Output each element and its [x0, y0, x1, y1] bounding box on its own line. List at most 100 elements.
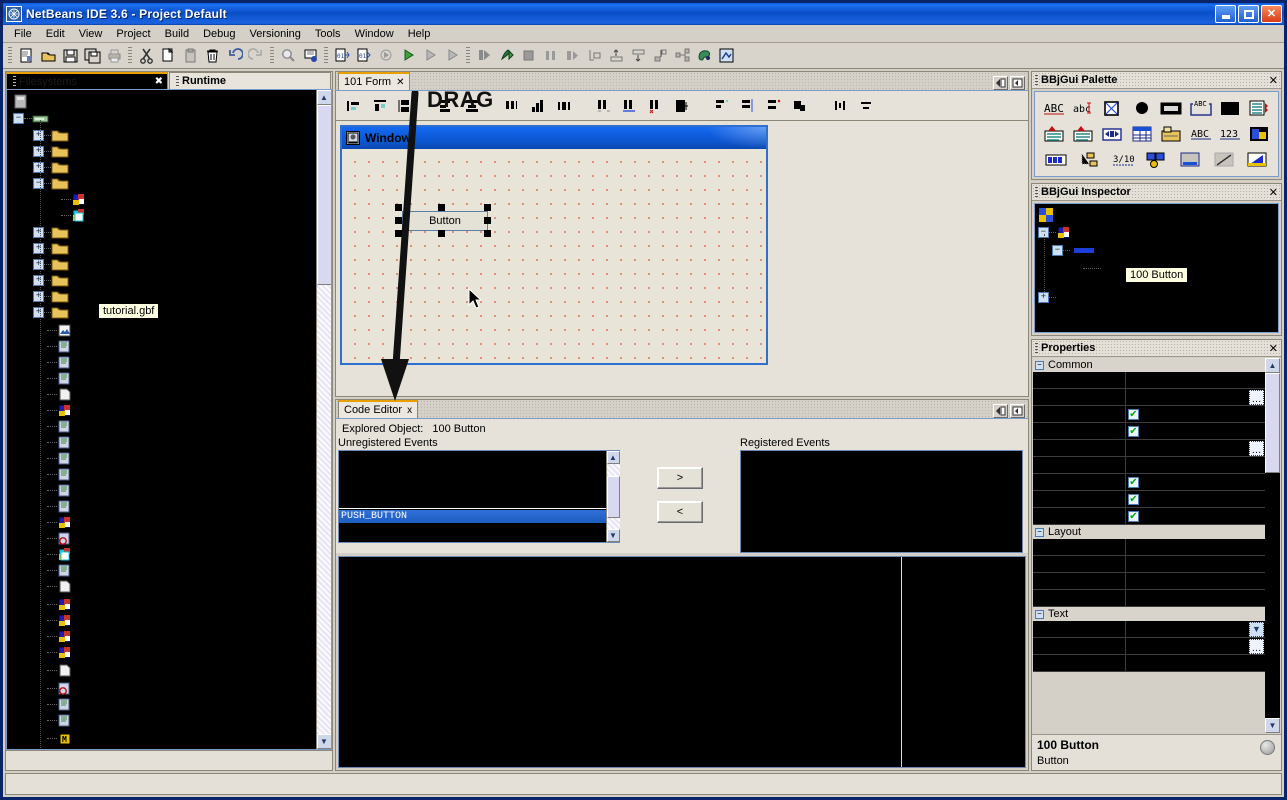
maximize-panel-icon[interactable]	[1010, 76, 1025, 90]
scroll-down-button[interactable]: ▼	[316, 734, 331, 749]
line-icon[interactable]	[1213, 150, 1235, 170]
tree-row[interactable]	[47, 434, 73, 451]
ellipsis-button[interactable]: …	[1249, 389, 1264, 405]
build-icon[interactable]	[375, 45, 397, 67]
run-to-cursor-icon[interactable]	[627, 45, 649, 67]
menu-view[interactable]: View	[72, 27, 110, 41]
property-row[interactable]: ✔	[1033, 508, 1265, 525]
panel-grip-icon[interactable]	[1035, 186, 1038, 198]
tree-row[interactable]: +	[33, 143, 69, 160]
add-event-button[interactable]: >	[657, 467, 703, 489]
close-icon[interactable]: ✕	[396, 77, 404, 88]
tree-row[interactable]: −	[1052, 242, 1094, 259]
delete-icon[interactable]	[201, 45, 223, 67]
tree-expand-icon[interactable]: +	[33, 275, 44, 286]
stop-icon[interactable]	[517, 45, 539, 67]
close-button[interactable]: ✕	[1261, 5, 1282, 23]
center-vertical-icon[interactable]	[854, 94, 878, 118]
source-code-area[interactable]	[338, 556, 1026, 768]
scroll-track[interactable]	[316, 285, 331, 734]
inspector-tree[interactable]: − − 100 Button +	[1034, 203, 1279, 333]
scroll-down-button[interactable]: ▼	[606, 529, 620, 542]
find-replace-icon[interactable]	[299, 45, 321, 67]
tree-row[interactable]	[47, 498, 73, 515]
tab-filesystems[interactable]: Filesystems ✖	[6, 72, 168, 89]
ellipsis-button[interactable]: …	[1249, 440, 1264, 456]
tree-vertical-scrollbar[interactable]: ▲ ▼	[316, 90, 331, 749]
panel-grip-icon[interactable]	[1035, 342, 1038, 354]
tree-row[interactable]: +	[33, 127, 69, 144]
undo-icon[interactable]	[223, 45, 245, 67]
maximize-button[interactable]	[1238, 5, 1259, 23]
progress-bar-icon[interactable]	[1045, 150, 1067, 170]
space-horizontal-increase-icon[interactable]	[618, 94, 642, 118]
same-size-icon[interactable]	[552, 94, 576, 118]
tree-row[interactable]: +	[33, 272, 69, 289]
tree-row[interactable]	[47, 402, 73, 419]
save-icon[interactable]	[59, 45, 81, 67]
toolbar-grip[interactable]	[8, 46, 12, 65]
menu-help[interactable]: Help	[401, 27, 438, 41]
menu-debug[interactable]: Debug	[196, 27, 242, 41]
grid-icon[interactable]	[1131, 124, 1153, 144]
group-collapse-icon[interactable]: −	[1035, 609, 1044, 619]
close-icon[interactable]: x	[407, 405, 412, 416]
tab-101-form[interactable]: 101 Form ✕	[338, 72, 411, 90]
design-form-canvas[interactable]: Button	[342, 149, 766, 363]
property-value[interactable]	[1126, 372, 1265, 388]
print-icon[interactable]	[103, 45, 125, 67]
menu-edit[interactable]: Edit	[39, 27, 72, 41]
selection-handle[interactable]	[395, 217, 402, 224]
tree-row[interactable]	[47, 530, 73, 547]
properties-scrollbar[interactable]: ▲ ▼	[1265, 358, 1280, 733]
radio-button-icon[interactable]	[1131, 98, 1153, 118]
tree-row[interactable]	[1083, 260, 1117, 277]
property-value[interactable]: ✔	[1126, 508, 1265, 524]
tree-expand-icon[interactable]: +	[33, 146, 44, 157]
tree-row[interactable]	[47, 322, 73, 339]
property-value[interactable]	[1126, 573, 1265, 589]
tree-row[interactable]	[47, 662, 73, 679]
align-rows-top-icon[interactable]	[710, 94, 734, 118]
tree-row[interactable]: +	[33, 288, 69, 305]
execute-icon[interactable]	[397, 45, 419, 67]
filesystem-tree[interactable]: − + + + − tutorial.gbf + + + + + + M ▲ ▼	[6, 89, 332, 750]
property-value[interactable]	[1126, 556, 1265, 572]
align-grid-icon[interactable]	[394, 94, 418, 118]
scroll-up-button[interactable]: ▲	[316, 90, 331, 105]
property-value[interactable]: …	[1126, 638, 1265, 654]
run-icon[interactable]	[419, 45, 441, 67]
paste-icon[interactable]	[179, 45, 201, 67]
fraction-icon[interactable]: 3/10	[1112, 150, 1134, 170]
input-123-icon[interactable]: 123	[1219, 124, 1241, 144]
tree-collapse-icon[interactable]: −	[1052, 245, 1063, 256]
same-width-icon[interactable]	[500, 94, 524, 118]
selection-handle[interactable]	[484, 217, 491, 224]
tree-control-icon[interactable]	[1078, 150, 1100, 170]
pause-icon[interactable]	[539, 45, 561, 67]
checkbox-icon[interactable]: ✔	[1128, 493, 1139, 505]
dropdown-button[interactable]: ▼	[1249, 621, 1264, 637]
new-file-icon[interactable]	[15, 45, 37, 67]
debug-icon[interactable]	[473, 45, 495, 67]
go-to-source-icon[interactable]	[649, 45, 671, 67]
property-row[interactable]: ✔	[1033, 474, 1265, 491]
tree-row[interactable]	[47, 644, 73, 661]
fill-icon[interactable]	[670, 94, 694, 118]
edit-field-icon[interactable]: abc	[1072, 98, 1094, 118]
tree-row[interactable]	[47, 482, 73, 499]
scroll-track[interactable]	[1265, 473, 1280, 718]
menu-tools[interactable]: Tools	[308, 27, 348, 41]
tree-expand-icon[interactable]: +	[33, 243, 44, 254]
tree-expand-icon[interactable]: +	[33, 259, 44, 270]
tab-runtime[interactable]: Runtime	[169, 72, 331, 89]
selection-handle[interactable]	[395, 204, 402, 211]
checkbox-icon[interactable]	[1101, 98, 1123, 118]
space-horizontal-equal-icon[interactable]	[592, 94, 616, 118]
property-row[interactable]	[1033, 372, 1265, 389]
space-horizontal-decrease-icon[interactable]	[644, 94, 668, 118]
step-over-icon[interactable]	[561, 45, 583, 67]
property-value[interactable]: …	[1126, 389, 1265, 405]
selection-handle[interactable]	[438, 204, 445, 211]
properties-list[interactable]: − Common … ✔ ✔ … ✔ ✔ ✔ − Layout − Text ▼…	[1033, 358, 1265, 733]
